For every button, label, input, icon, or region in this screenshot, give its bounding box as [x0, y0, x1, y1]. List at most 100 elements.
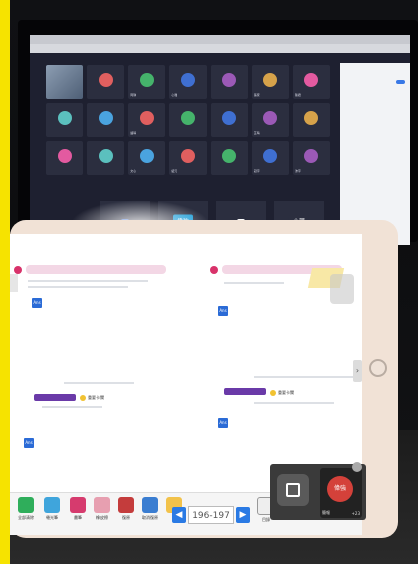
- participant-avatar: [304, 110, 319, 125]
- redo-icon: [142, 497, 158, 513]
- share-screen-icon: [286, 483, 300, 497]
- question-number-circle: [210, 266, 218, 274]
- participant-tile[interactable]: 張家: [251, 65, 289, 99]
- share-screen-button[interactable]: [277, 474, 309, 506]
- section-header: [224, 388, 266, 395]
- participant-avatar: [222, 72, 237, 87]
- participant-tile[interactable]: 心雅: [169, 65, 207, 99]
- participant-tile[interactable]: 語晴: [128, 103, 166, 137]
- text-line: [224, 282, 284, 284]
- side-panel-toggle[interactable]: [396, 80, 405, 84]
- participant-tile[interactable]: [46, 103, 84, 137]
- close-icon[interactable]: [352, 462, 362, 472]
- participant-avatar: [98, 110, 113, 125]
- answer-badge[interactable]: Ans: [218, 418, 228, 428]
- participant-name: 紹元: [171, 169, 178, 173]
- participant-name: 冠宇: [253, 169, 260, 173]
- participant-tile[interactable]: [169, 103, 207, 137]
- eraser-icon: [94, 497, 110, 513]
- participant-tile[interactable]: [210, 65, 248, 99]
- participant-name: 陳君: [294, 93, 301, 97]
- textbook-page-left: Ans 重要卡關 Ans: [14, 240, 184, 448]
- participant-tile[interactable]: 紹元: [169, 141, 207, 175]
- text-line: [28, 286, 128, 288]
- participant-avatar: [222, 148, 237, 163]
- participant-avatar: [180, 72, 195, 87]
- tool-highlighter[interactable]: 螢光筆: [40, 497, 64, 521]
- participant-avatar: [139, 148, 154, 163]
- pen-icon: [70, 497, 86, 513]
- section-label: 重要卡關: [278, 390, 294, 395]
- participant-tile[interactable]: 陳君: [292, 65, 330, 99]
- page-navigator: ◀ 196-197 ▶: [172, 506, 252, 524]
- participant-name: 阿琪: [130, 93, 137, 97]
- settings-side-panel: [340, 63, 410, 245]
- participant-count: +23: [351, 511, 360, 516]
- question-number-circle: [14, 266, 22, 274]
- participant-avatar: [57, 110, 72, 125]
- participant-tile[interactable]: 阿琪: [128, 65, 166, 99]
- participant-avatar: [263, 110, 278, 125]
- chevron-right-icon: ›: [355, 366, 360, 375]
- participant-name: 語晴: [130, 131, 137, 135]
- participant-tile[interactable]: [210, 141, 248, 175]
- ipad-home-button[interactable]: [369, 359, 387, 377]
- question-header-bar: [26, 265, 166, 274]
- tool-undo[interactable]: 復原: [114, 497, 138, 521]
- participant-avatar: [263, 72, 278, 87]
- yellow-border: [0, 0, 10, 564]
- participant-avatar: [304, 148, 319, 163]
- participant-tile[interactable]: 沛宇: [292, 141, 330, 175]
- text-line: [254, 402, 334, 404]
- prev-page-button[interactable]: ◀: [172, 507, 186, 523]
- lightbulb-icon: [270, 390, 276, 396]
- participant-avatar: [263, 148, 278, 163]
- participant-name: 張家: [253, 93, 260, 97]
- participant-tile[interactable]: [87, 65, 125, 99]
- lightbulb-icon: [80, 395, 86, 401]
- participant-avatar: [139, 110, 154, 125]
- participant-grid: 阿琪 心雅 張家 陳君語晴 芷晴文心 紹元 冠宇 沛宇: [46, 65, 330, 215]
- tool-clear-all[interactable]: 全部清除: [14, 497, 38, 521]
- caller-avatar: 偉強: [327, 476, 353, 502]
- floating-panel[interactable]: [330, 274, 354, 304]
- answer-badge[interactable]: Ans: [218, 306, 228, 316]
- browser-tab-bar: [30, 35, 410, 44]
- participant-name: 心雅: [171, 93, 178, 97]
- highlighter-icon: [44, 497, 60, 513]
- answer-badge[interactable]: Ans: [32, 298, 42, 308]
- participant-name: 沛宇: [294, 169, 301, 173]
- answer-badge[interactable]: Ans: [24, 438, 34, 448]
- participant-tile[interactable]: [210, 103, 248, 137]
- participant-tile[interactable]: [87, 103, 125, 137]
- tool-eraser[interactable]: 橡皮擦: [90, 497, 114, 521]
- text-line: [254, 376, 354, 378]
- undo-icon: [118, 497, 134, 513]
- photo-frame: 阿琪心雅張家陳君語晴芷晴文心紹元冠宇沛宇 偉強小萍 Ans 重要卡關 Ans: [0, 0, 418, 564]
- participant-avatar: [98, 148, 113, 163]
- page-number-field[interactable]: 196-197: [188, 506, 234, 524]
- participant-tile[interactable]: [87, 141, 125, 175]
- participant-tile[interactable]: 芷晴: [251, 103, 289, 137]
- text-line: [64, 382, 134, 384]
- section-label: 重要卡關: [88, 395, 104, 400]
- participant-tile[interactable]: [46, 65, 84, 99]
- text-line: [28, 280, 148, 282]
- tool-pen[interactable]: 畫筆: [66, 497, 90, 521]
- call-preview[interactable]: 偉強 簡報 +23: [320, 468, 362, 518]
- participant-avatar: [98, 72, 113, 87]
- next-page-edge-tab[interactable]: ›: [353, 360, 362, 382]
- tool-redo[interactable]: 取消復原: [138, 497, 162, 521]
- participant-tile[interactable]: [46, 141, 84, 175]
- participant-tile[interactable]: 文心: [128, 141, 166, 175]
- next-page-button[interactable]: ▶: [236, 507, 250, 523]
- participant-tile[interactable]: [292, 103, 330, 137]
- participant-avatar: [180, 148, 195, 163]
- participant-avatar: [57, 148, 72, 163]
- trash-icon: [18, 497, 34, 513]
- text-line: [42, 406, 102, 408]
- participant-avatar: [222, 110, 237, 125]
- participant-tile[interactable]: 冠宇: [251, 141, 289, 175]
- participant-name: 文心: [130, 169, 137, 173]
- section-header: [34, 394, 76, 401]
